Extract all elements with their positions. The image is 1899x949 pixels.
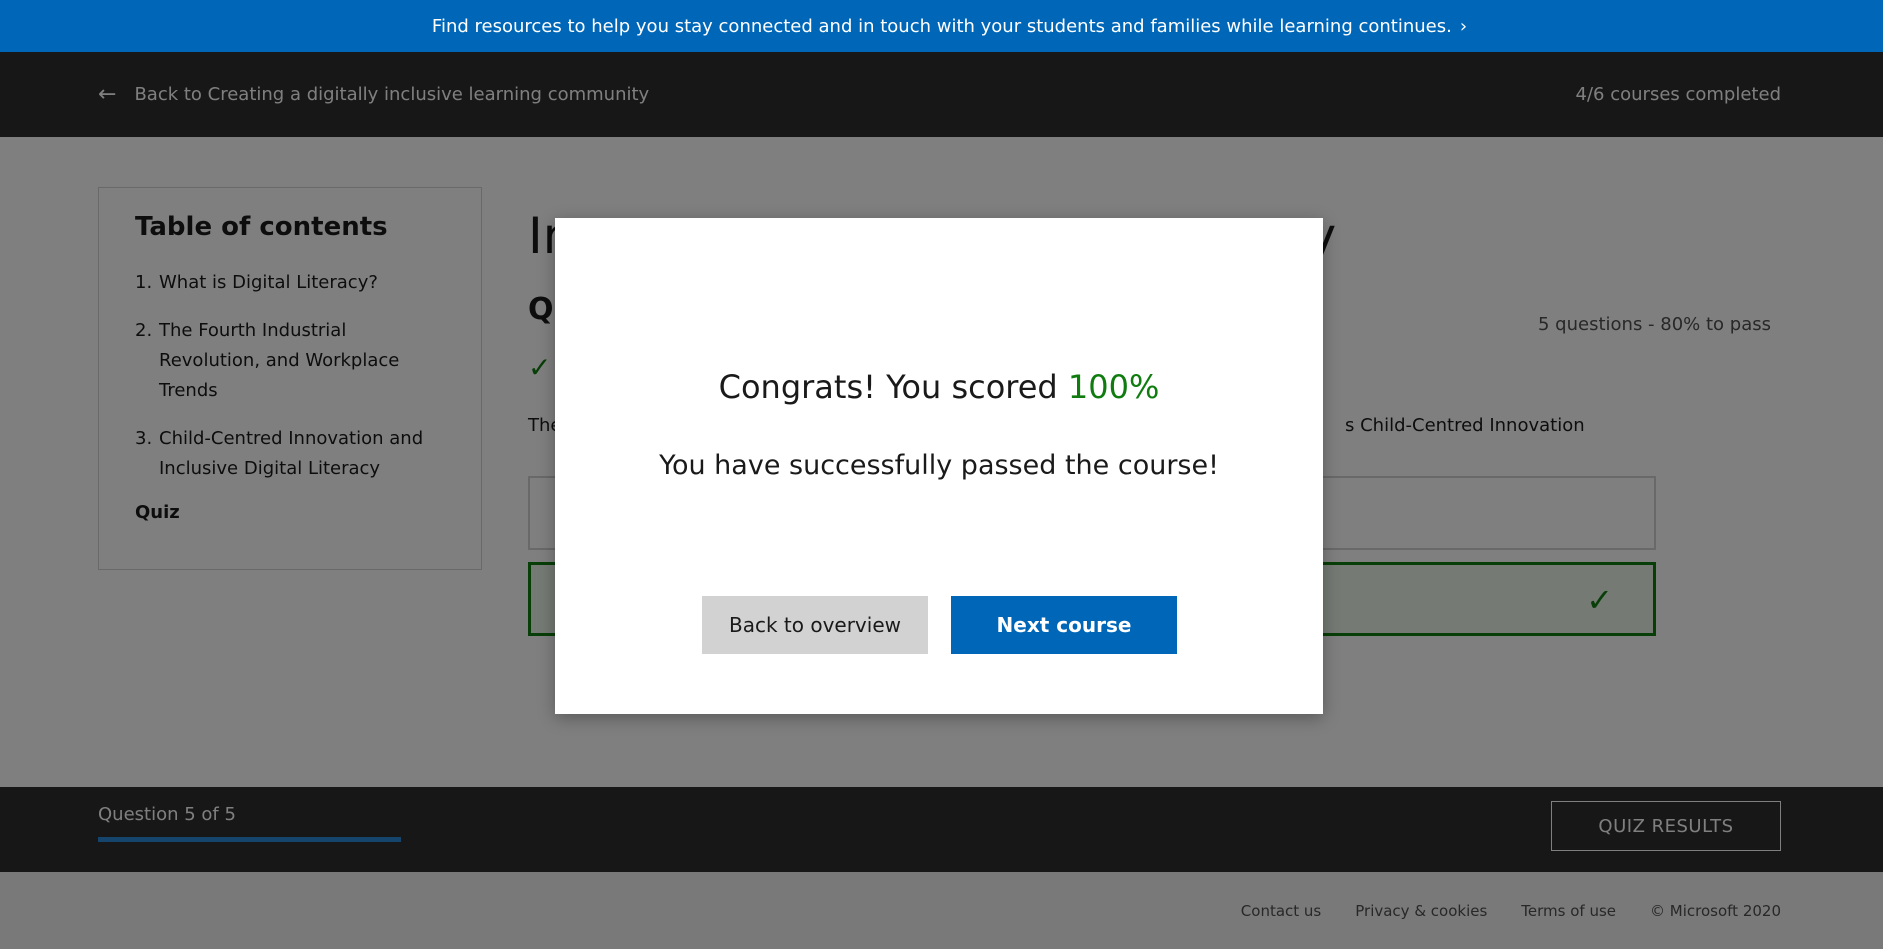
back-to-overview-button[interactable]: Back to overview — [702, 596, 928, 654]
score-value: 100% — [1067, 368, 1160, 406]
score-prefix: Congrats! You scored — [718, 368, 1058, 406]
chevron-right-icon: › — [1459, 15, 1468, 37]
banner-text[interactable]: Find resources to help you stay connecte… — [432, 16, 1452, 37]
next-course-button[interactable]: Next course — [951, 596, 1177, 654]
page: Find resources to help you stay connecte… — [0, 0, 1899, 949]
quiz-result-dialog: Congrats! You scored 100% You have succe… — [555, 218, 1323, 714]
announcement-banner[interactable]: Find resources to help you stay connecte… — [0, 0, 1899, 52]
pass-message: You have successfully passed the course! — [659, 450, 1219, 481]
score-text: Congrats! You scored 100% — [555, 368, 1323, 406]
scrollbar-gutter — [1883, 0, 1899, 949]
